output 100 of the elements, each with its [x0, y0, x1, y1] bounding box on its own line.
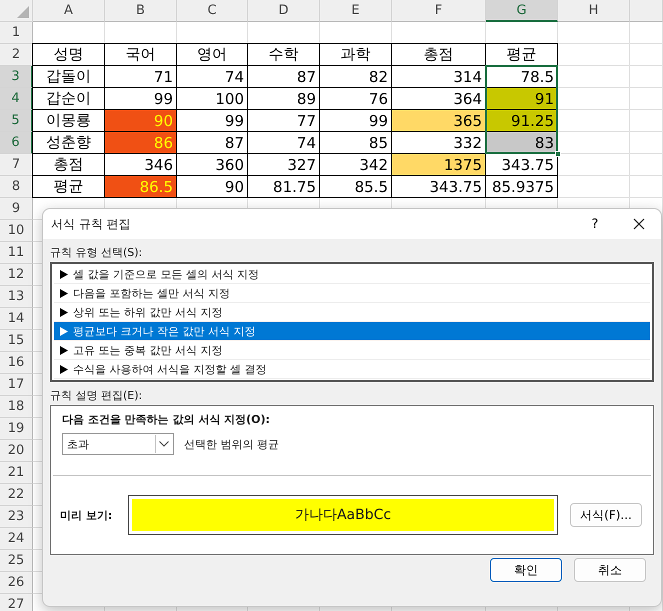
rule-type-item[interactable]: 평균보다 크거나 작은 값만 서식 지정 [54, 322, 650, 341]
column-header-blank [630, 0, 663, 22]
row-header[interactable]: 12 [0, 264, 33, 286]
rule-type-item[interactable]: 고유 또는 중복 값만 서식 지정 [54, 341, 650, 360]
operator-suffix-text: 선택한 범위의 평균 [184, 436, 279, 452]
column-header[interactable]: B [105, 0, 177, 22]
empty-cell[interactable] [630, 154, 663, 176]
row-header[interactable]: 11 [0, 242, 33, 264]
table-cell: 314 [392, 66, 486, 88]
table-cell: 74 [177, 66, 248, 88]
table-cell: 91.25 [486, 110, 558, 132]
row-header[interactable]: 18 [0, 396, 33, 418]
preview-sample: 가나다AaBbCc [132, 499, 554, 531]
column-header[interactable]: G [486, 0, 558, 22]
triangle-icon [60, 346, 68, 354]
row-header[interactable]: 5 [0, 110, 33, 132]
rule-type-item[interactable]: 수식을 사용하여 서식을 지정할 셀 결정 [54, 360, 650, 379]
column-header[interactable]: E [320, 0, 392, 22]
table-cell: 85 [320, 132, 392, 154]
empty-cell[interactable] [630, 22, 663, 44]
row-header[interactable]: 26 [0, 572, 33, 594]
row-header[interactable]: 10 [0, 220, 33, 242]
empty-cell[interactable] [558, 22, 630, 44]
rule-type-text: 셀 값을 기준으로 모든 셀의 서식 지정 [73, 266, 259, 282]
table-cell: 영어 [177, 43, 248, 66]
row-header[interactable]: 13 [0, 286, 33, 308]
column-header[interactable]: A [33, 0, 105, 22]
chevron-down-icon [155, 435, 172, 453]
table-cell: 343.75 [392, 176, 486, 198]
column-header[interactable]: H [558, 0, 630, 22]
operator-dropdown[interactable]: 초과 [62, 433, 174, 455]
triangle-icon [60, 288, 68, 298]
row-header[interactable]: 3 [0, 66, 33, 88]
row-header[interactable]: 9 [0, 198, 33, 220]
row-header[interactable]: 27 [0, 594, 33, 611]
row-header[interactable]: 22 [0, 484, 33, 506]
ok-button[interactable]: 확인 [490, 558, 562, 582]
row-header[interactable]: 17 [0, 374, 33, 396]
empty-cell[interactable] [630, 88, 663, 110]
cancel-button[interactable]: 취소 [574, 558, 646, 582]
row-header[interactable]: 4 [0, 88, 33, 110]
format-button[interactable]: 서식(F)... [570, 503, 642, 527]
column-header[interactable]: C [177, 0, 248, 22]
empty-cell[interactable] [558, 44, 630, 66]
fill-handle[interactable] [555, 151, 561, 157]
empty-cell[interactable] [558, 66, 630, 88]
table-cell: 91 [486, 88, 558, 110]
empty-cell[interactable] [630, 66, 663, 88]
select-all-corner[interactable] [0, 0, 33, 22]
row-header[interactable]: 6 [0, 132, 33, 154]
table-cell: 87 [177, 132, 248, 154]
row-header[interactable]: 15 [0, 330, 33, 352]
triangle-icon [60, 326, 68, 336]
row-header[interactable]: 21 [0, 462, 33, 484]
table-cell: 86 [105, 132, 177, 154]
table-cell: 평균 [486, 43, 558, 66]
table-cell: 85.5 [320, 176, 392, 198]
empty-cell[interactable] [630, 44, 663, 66]
table-cell: 1375 [392, 154, 486, 176]
row-header[interactable]: 24 [0, 528, 33, 550]
empty-cell[interactable] [558, 176, 630, 198]
column-header[interactable]: D [248, 0, 320, 22]
table-cell: 국어 [105, 43, 177, 66]
preview-label: 미리 보기: [60, 508, 114, 522]
row-header[interactable]: 20 [0, 440, 33, 462]
table-cell: 76 [320, 88, 392, 110]
table-cell: 87 [248, 66, 320, 88]
table-cell: 77 [248, 110, 320, 132]
table-cell: 90 [105, 110, 177, 132]
table-cell: 총점 [32, 154, 105, 176]
rule-type-text: 고유 또는 중복 값만 서식 지정 [73, 342, 222, 358]
table-cell: 82 [320, 66, 392, 88]
rule-type-item[interactable]: 셀 값을 기준으로 모든 셀의 서식 지정 [54, 265, 650, 284]
table-cell: 360 [177, 154, 248, 176]
rule-type-text: 평균보다 크거나 작은 값만 서식 지정 [73, 324, 256, 338]
row-header[interactable]: 2 [0, 44, 33, 66]
corner-triangle-icon [17, 6, 29, 18]
row-header[interactable]: 23 [0, 506, 33, 528]
table-cell: 갑돌이 [32, 66, 105, 88]
table-cell: 74 [248, 132, 320, 154]
row-header[interactable]: 16 [0, 352, 33, 374]
row-header[interactable]: 8 [0, 176, 33, 198]
description-label: 규칙 설명 편집(E): [50, 388, 144, 403]
row-header[interactable]: 7 [0, 154, 33, 176]
table-cell: 81.75 [248, 176, 320, 198]
empty-cell[interactable] [630, 132, 663, 154]
column-header[interactable]: F [392, 0, 486, 22]
help-button[interactable]: ? [573, 209, 617, 239]
table-cell: 총점 [392, 43, 486, 66]
row-header[interactable]: 1 [0, 22, 33, 44]
table-cell: 85.9375 [486, 176, 558, 198]
table-cell: 327 [248, 154, 320, 176]
empty-cell[interactable] [630, 110, 663, 132]
table-cell: 성명 [32, 43, 105, 66]
rule-type-item[interactable]: 다음을 포함하는 셀만 서식 지정 [54, 284, 650, 303]
empty-cell[interactable] [630, 176, 663, 198]
row-header[interactable]: 14 [0, 308, 33, 330]
row-header[interactable]: 25 [0, 550, 33, 572]
rule-type-label: 규칙 유형 선택(S): [50, 245, 144, 260]
row-header[interactable]: 19 [0, 418, 33, 440]
